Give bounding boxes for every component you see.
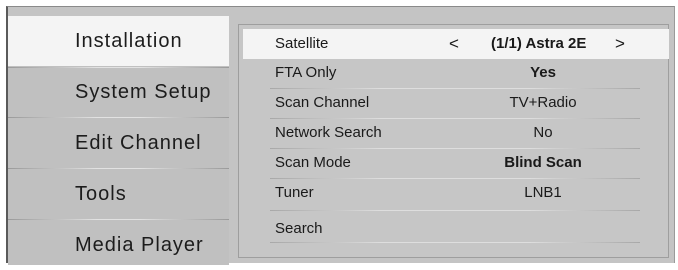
sidebar-item-edit-channel[interactable]: Edit Channel [8,118,229,168]
sidebar-item-installation[interactable]: Installation [8,16,229,66]
row-fta-only[interactable]: FTA Only Yes [243,58,669,88]
satellite-label: Satellite [275,35,329,52]
tuner-value: LNB1 [524,184,562,201]
sidebar: Installation System Setup Edit Channel T… [8,16,229,265]
network-search-label: Network Search [275,124,382,141]
divider [270,242,640,243]
search-label: Search [275,220,323,237]
row-network-search[interactable]: Network Search No [243,118,669,148]
sidebar-item-system-setup[interactable]: System Setup [8,67,229,117]
satellite-value: (1/1) Astra 2E [491,35,587,52]
fta-only-label: FTA Only [275,64,337,81]
sidebar-item-label: Installation [75,29,183,52]
sidebar-item-media-player[interactable]: Media Player [8,220,229,270]
row-scan-channel[interactable]: Scan Channel TV+Radio [243,88,669,118]
row-tuner[interactable]: Tuner LNB1 [243,178,669,208]
scan-channel-label: Scan Channel [275,94,370,111]
sidebar-item-tools[interactable]: Tools [8,169,229,219]
row-scan-mode[interactable]: Scan Mode Blind Scan [243,148,669,178]
chevron-left-icon[interactable]: < [449,29,459,59]
divider [270,210,640,211]
sidebar-item-label: Tools [75,182,127,205]
scan-mode-value: Blind Scan [504,154,582,171]
row-satellite[interactable]: Satellite < (1/1) Astra 2E > [243,29,669,59]
row-search[interactable]: Search [243,214,669,244]
sidebar-item-label: Edit Channel [75,131,202,154]
fta-only-value: Yes [530,64,556,81]
tuner-label: Tuner [275,184,314,201]
scan-channel-value: TV+Radio [509,94,577,111]
scan-mode-label: Scan Mode [275,154,351,171]
network-search-value: No [533,124,553,141]
sidebar-item-label: System Setup [75,80,212,103]
sidebar-item-label: Media Player [75,233,204,256]
chevron-right-icon[interactable]: > [615,29,625,59]
